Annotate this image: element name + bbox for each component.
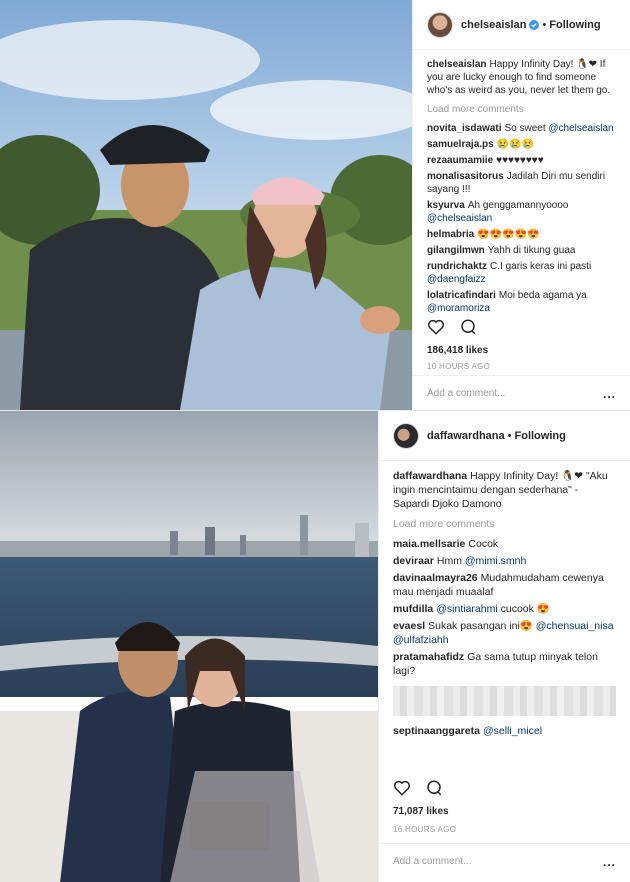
comment-username[interactable]: monalisasitorus — [427, 171, 504, 182]
comment-text: C.I garis keras ini pasti — [490, 261, 592, 272]
comment-username[interactable]: mufdilla — [393, 603, 433, 615]
load-more-comments-link[interactable]: Load more comments — [427, 103, 616, 116]
comment-mention[interactable]: @daengfaizz — [427, 274, 486, 285]
comment-text: Moi beda agama ya — [498, 290, 587, 301]
list-item: samuelraja.ps 😢😢😢 — [427, 138, 616, 151]
list-item: mufdilla @sintiarahmi cucook 😍 — [393, 602, 616, 616]
photo-illustration — [0, 0, 412, 410]
verified-badge-icon — [529, 19, 540, 30]
action-bar — [393, 779, 443, 797]
add-comment-input[interactable]: Add a comment... — [393, 856, 471, 867]
avatar[interactable] — [427, 11, 453, 38]
post-header: daffawardhana • Following — [379, 411, 630, 461]
post-sidebar: daffawardhana • Following daffawardhana H… — [378, 411, 630, 882]
list-item: rezaaumamiie ♥♥♥♥♥♥♥♥ — [427, 154, 616, 167]
list-item: monalisasitorus Jadilah Diri mu sendiri s… — [427, 170, 616, 196]
list-item: pratamahafidz Ga sama tutup minyak telon … — [393, 650, 616, 678]
comment-username[interactable]: septinaanggareta — [393, 725, 480, 737]
list-item: gilangilmwn Yahh di tikung guaa — [427, 244, 616, 257]
comment-mention[interactable]: @chelseaislan — [427, 213, 492, 224]
username-link[interactable]: chelseaislan — [461, 19, 526, 31]
comment-text: 😢😢😢 — [496, 139, 535, 150]
comment-mention[interactable]: @mimi.smnh — [465, 555, 526, 567]
list-item: rundrichaktz C.I garis keras ini pasti @d… — [427, 260, 616, 286]
list-item: deviraar Hmm @mimi.smnh — [393, 554, 616, 568]
list-item: lolatricafindari Moi beda agama ya @moram… — [427, 289, 616, 315]
separator-dot: • — [507, 429, 512, 442]
list-item: evaesl Sukak pasangan ini😍 @chensuai_nisa… — [393, 619, 616, 647]
list-item: davinaalmayra26 Mudahmudaham cewenya mau … — [393, 571, 616, 599]
comment-text: Ah genggamannyoooo — [467, 200, 569, 211]
following-button[interactable]: Following — [549, 19, 600, 31]
comment-text: Sukak pasangan ini😍 — [428, 620, 536, 632]
add-comment-bar: Add a comment... ... — [413, 375, 630, 411]
comment-text: Cocok — [468, 538, 499, 550]
comment-mention[interactable]: @sintiarahmi — [436, 603, 497, 615]
list-item: helmabria 😍😍😍😍😍 — [427, 228, 616, 241]
caption-username[interactable]: chelseaislan — [427, 59, 486, 70]
comment-username[interactable]: novita_isdawati — [427, 123, 501, 134]
comment-username[interactable]: ksyurva — [427, 200, 465, 211]
list-item: novita_isdawati So sweet @chelseaislan — [427, 122, 616, 135]
username-link[interactable]: daffawardhana — [427, 430, 505, 442]
comment-username[interactable]: rezaaumamiie — [427, 155, 493, 166]
list-item: ksyurva Ah genggamannyoooo @chelseaislan — [427, 199, 616, 225]
comment-mention[interactable]: @moramoriza — [427, 303, 490, 314]
avatar[interactable] — [393, 422, 419, 449]
caption: chelseaislan Happy Infinity Day! 🐧❤ If yo… — [427, 58, 616, 97]
comment-username[interactable]: evaesl — [393, 620, 425, 632]
comment-icon[interactable] — [425, 779, 443, 797]
add-comment-bar: Add a comment... ... — [379, 843, 630, 879]
list-item: maia.mellsarie Cocok — [393, 537, 616, 551]
caption: daffawardhana Happy Infinity Day! 🐧❤ "Aku… — [393, 469, 616, 511]
more-options-icon[interactable]: ... — [603, 855, 616, 869]
comment-username[interactable]: davinaalmayra26 — [393, 572, 478, 584]
post-sidebar: chelseaislan • Following chelseaislan Hap… — [412, 0, 630, 410]
post-daffawardhana: daffawardhana • Following daffawardhana H… — [0, 410, 630, 882]
redacted-comment — [393, 686, 616, 716]
comment-mention[interactable]: @chelseaislan — [548, 123, 613, 134]
action-bar — [427, 318, 477, 336]
photo-illustration — [0, 411, 378, 882]
comment-text: So sweet — [504, 123, 549, 134]
comment-username[interactable]: deviraar — [393, 555, 434, 567]
comment-username[interactable]: samuelraja.ps — [427, 139, 494, 150]
comment-list: chelseaislan Happy Infinity Day! 🐧❤ If yo… — [413, 50, 630, 315]
post-photo-couple-boat[interactable] — [0, 411, 378, 882]
separator-dot: • — [542, 18, 547, 31]
add-comment-input[interactable]: Add a comment... — [427, 388, 505, 399]
following-button[interactable]: Following — [515, 430, 566, 442]
post-photo-couple-park[interactable] — [0, 0, 412, 410]
comment-username[interactable]: maia.mellsarie — [393, 538, 465, 550]
comment-username[interactable]: lolatricafindari — [427, 290, 496, 301]
list-item: septinaanggareta @selli_micel — [393, 724, 616, 738]
heart-icon[interactable] — [393, 779, 411, 797]
comment-username[interactable]: rundrichaktz — [427, 261, 487, 272]
comment-username[interactable]: pratamahafidz — [393, 651, 464, 663]
likes-count[interactable]: 186,418 likes — [427, 345, 488, 356]
load-more-comments-link[interactable]: Load more comments — [393, 517, 616, 531]
caption-username[interactable]: daffawardhana — [393, 470, 467, 482]
post-timestamp: 16 HOURS AGO — [393, 825, 457, 834]
comment-text: Yahh di tikung guaa — [487, 245, 576, 256]
comment-text: ♥♥♥♥♥♥♥♥ — [496, 155, 544, 166]
comment-list: daffawardhana Happy Infinity Day! 🐧❤ "Aku… — [379, 461, 630, 738]
comment-text: 😍😍😍😍😍 — [477, 229, 540, 240]
comment-icon[interactable] — [459, 318, 477, 336]
comment-text: cucook 😍 — [497, 603, 550, 615]
comment-mention[interactable]: @selli_micel — [483, 725, 542, 737]
likes-count[interactable]: 71,087 likes — [393, 806, 449, 817]
comment-text: Hmm — [436, 555, 465, 567]
post-timestamp: 10 HOURS AGO — [427, 362, 491, 371]
comment-username[interactable]: helmabria — [427, 229, 474, 240]
comment-username[interactable]: gilangilmwn — [427, 245, 485, 256]
post-header: chelseaislan • Following — [413, 0, 630, 50]
post-chelseaislan: chelseaislan • Following chelseaislan Hap… — [0, 0, 630, 410]
heart-icon[interactable] — [427, 318, 445, 336]
more-options-icon[interactable]: ... — [603, 387, 616, 401]
